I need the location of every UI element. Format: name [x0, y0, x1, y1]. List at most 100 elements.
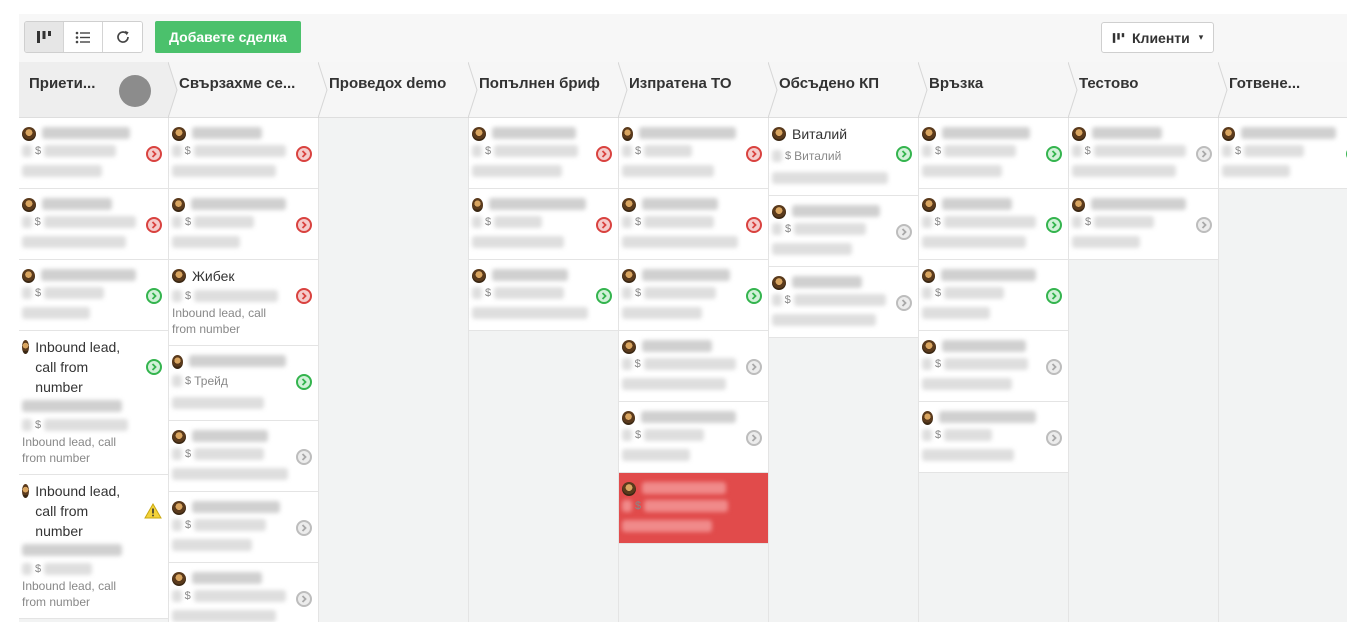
next-stage-grey-icon[interactable] [296, 520, 312, 536]
deal-card[interactable]: $ [919, 260, 1068, 331]
next-stage-red-icon[interactable] [296, 288, 312, 304]
column-header[interactable]: Свързахме се... [169, 62, 328, 118]
deal-card[interactable]: $ [469, 118, 618, 189]
redacted-text [941, 269, 1036, 281]
deal-card[interactable]: $ [19, 189, 168, 260]
deal-card[interactable]: $ [619, 118, 768, 189]
redacted-text [942, 340, 1026, 352]
add-deal-button[interactable]: Добавете сделка [155, 21, 301, 53]
deal-contact: Inbound lead, call from number [172, 306, 267, 336]
currency-sign: $ [635, 287, 642, 299]
kanban-view-button[interactable] [25, 22, 64, 52]
deal-card[interactable]: $ Трейд [169, 346, 318, 421]
deal-card[interactable]: $ [619, 189, 768, 260]
column-header[interactable]: Готвене... [1219, 62, 1347, 118]
deal-card[interactable]: $ [619, 473, 768, 544]
column-title: Попълнен бриф [479, 75, 600, 92]
deal-card[interactable]: $ [919, 331, 1068, 402]
next-stage-grey-icon[interactable] [296, 449, 312, 465]
next-stage-grey-icon[interactable] [1046, 359, 1062, 375]
deal-card[interactable]: Виталий $ Виталий [769, 118, 918, 196]
deal-card[interactable]: Жибек $ Inbound lead, call from number [169, 260, 318, 346]
avatar [22, 340, 30, 354]
deal-amount: $ Трейд [172, 373, 286, 389]
deal-card[interactable]: $ [19, 118, 168, 189]
column-header[interactable]: Обсъдено КП [769, 62, 928, 118]
next-stage-green-icon[interactable] [1046, 146, 1062, 162]
next-stage-grey-icon[interactable] [296, 591, 312, 607]
deal-card[interactable]: $ [169, 492, 318, 563]
refresh-button[interactable] [103, 22, 142, 52]
next-stage-grey-icon[interactable] [746, 430, 762, 446]
next-stage-grey-icon[interactable] [1046, 430, 1062, 446]
next-stage-green-icon[interactable] [146, 288, 162, 304]
next-stage-green-icon[interactable] [596, 288, 612, 304]
deal-card[interactable]: $ [169, 118, 318, 189]
deal-card[interactable]: Inbound lead, call from number $ Inbound l… [19, 331, 168, 475]
currency-sign: $ [935, 287, 942, 299]
deal-contact [922, 162, 1036, 180]
next-stage-green-icon[interactable] [896, 146, 912, 162]
next-stage-green-icon[interactable] [296, 374, 312, 390]
column-header[interactable]: Проведох demo [319, 62, 478, 118]
next-stage-grey-icon[interactable] [746, 359, 762, 375]
warning-icon[interactable] [144, 503, 162, 519]
redacted-text [194, 216, 255, 228]
column-header[interactable]: Тестово [1069, 62, 1228, 118]
deal-card[interactable]: $ [1069, 118, 1218, 189]
deal-contact [172, 465, 288, 483]
deal-card[interactable]: $ [619, 402, 768, 473]
next-stage-green-icon[interactable] [1046, 288, 1062, 304]
deal-amount: $ [622, 145, 736, 157]
next-stage-red-icon[interactable] [596, 146, 612, 162]
next-stage-grey-icon[interactable] [896, 295, 912, 311]
deal-card[interactable]: $ [619, 260, 768, 331]
deal-card[interactable]: Inbound lead, call from number $ Inbound l… [19, 475, 168, 619]
deal-card[interactable]: $ [769, 196, 918, 267]
next-stage-grey-icon[interactable] [1196, 217, 1212, 233]
column-header[interactable]: Попълнен бриф [469, 62, 628, 118]
deal-card[interactable]: $ [1219, 118, 1347, 189]
redacted-text [644, 500, 729, 512]
deal-amount: $ [922, 216, 1036, 228]
deal-card[interactable]: $ [169, 563, 318, 622]
next-stage-green-icon[interactable] [146, 359, 162, 375]
redacted-text [172, 216, 182, 228]
next-stage-red-icon[interactable] [296, 217, 312, 233]
deal-card[interactable]: $ [169, 189, 318, 260]
next-stage-grey-icon[interactable] [1196, 146, 1212, 162]
next-stage-red-icon[interactable] [596, 217, 612, 233]
redacted-text [22, 287, 32, 299]
column-header[interactable]: Изпратена ТО [619, 62, 778, 118]
next-stage-red-icon[interactable] [296, 146, 312, 162]
deal-card[interactable]: $ [919, 189, 1068, 260]
deal-card[interactable]: $ [469, 189, 618, 260]
deal-card[interactable]: $ [769, 267, 918, 338]
list-view-button[interactable] [64, 22, 103, 52]
avatar [622, 411, 636, 425]
deal-card[interactable]: $ [1069, 189, 1218, 260]
next-stage-green-icon[interactable] [746, 288, 762, 304]
deal-card[interactable]: $ [619, 331, 768, 402]
next-stage-red-icon[interactable] [146, 146, 162, 162]
next-stage-red-icon[interactable] [146, 217, 162, 233]
redacted-text [172, 519, 182, 531]
deal-card[interactable]: $ [169, 421, 318, 492]
deal-card[interactable]: $ [469, 260, 618, 331]
next-stage-green-icon[interactable] [1046, 217, 1062, 233]
deal-contact [922, 304, 1036, 322]
avatar [772, 276, 786, 290]
next-stage-grey-icon[interactable] [896, 224, 912, 240]
clients-dropdown[interactable]: Клиенти ▾ [1101, 22, 1215, 53]
next-stage-red-icon[interactable] [746, 146, 762, 162]
currency-sign: $ [785, 223, 792, 235]
deal-card-header [922, 269, 1036, 283]
deal-card[interactable]: $ [19, 260, 168, 331]
deal-card[interactable]: $ [919, 402, 1068, 473]
next-stage-red-icon[interactable] [746, 217, 762, 233]
column-header[interactable]: Връзка [919, 62, 1078, 118]
deal-card[interactable]: $ [919, 118, 1068, 189]
redacted-text [642, 482, 726, 494]
column-header[interactable]: Приети... [19, 62, 178, 118]
next-stage-green-icon[interactable] [1346, 146, 1347, 162]
